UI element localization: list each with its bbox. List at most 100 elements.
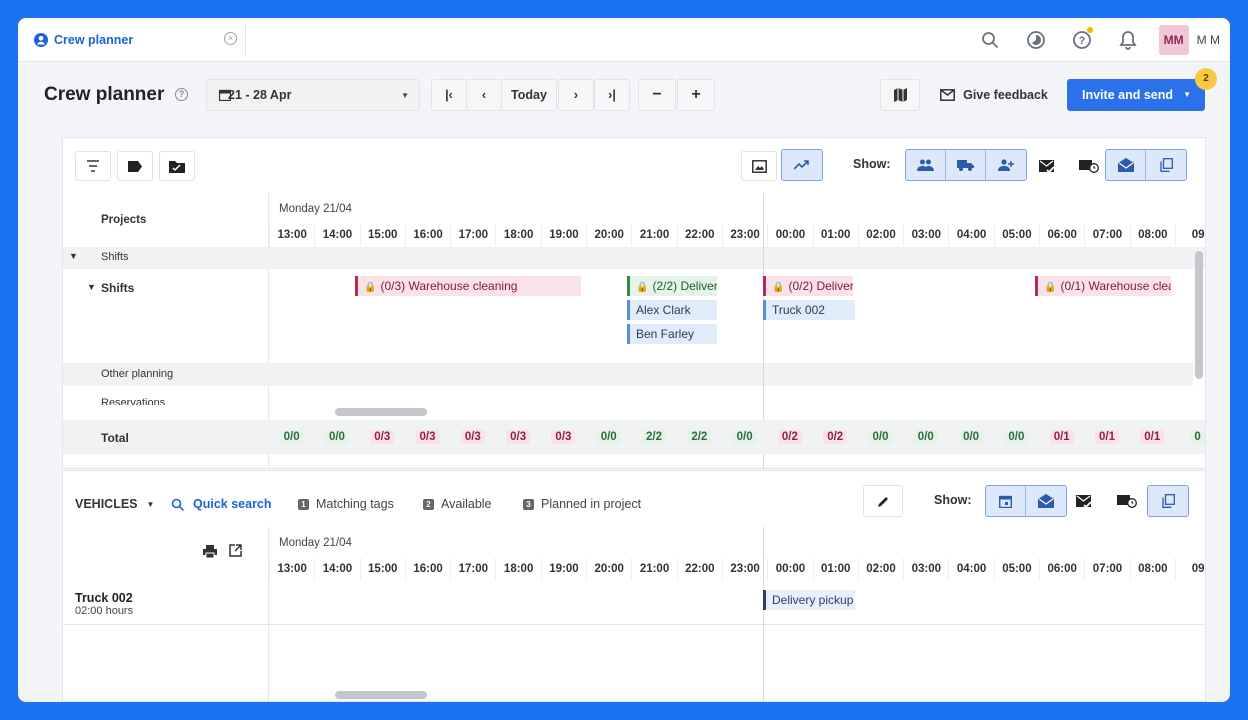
shift-bar-deliver-open[interactable]: 🔒 (0/2) Deliver (763, 276, 853, 296)
image-view-button[interactable] (741, 151, 777, 181)
folder-button[interactable] (159, 151, 195, 181)
hour-label: 00:00 (767, 558, 812, 580)
total-value: 0/0 (868, 430, 893, 444)
timer-icon[interactable] (1013, 18, 1059, 62)
zoom-in-button[interactable]: + (677, 79, 715, 111)
chevron-down-icon: ▼ (146, 499, 155, 509)
user-add-toggle[interactable] (986, 150, 1026, 180)
give-feedback-label: Give feedback (963, 88, 1048, 102)
calendar-toggle[interactable] (986, 486, 1026, 516)
tab-crew-planner[interactable]: Crew planner × (24, 24, 246, 56)
hour-label: 03:00 (903, 224, 948, 246)
vehicle-name[interactable]: Truck 002 (75, 591, 133, 605)
open-mail-toggle[interactable] (1106, 150, 1146, 180)
trend-view-button[interactable] (781, 149, 823, 181)
hour-label: 06:00 (1039, 558, 1084, 580)
hour-label: 17:00 (450, 558, 495, 580)
invite-and-send-button[interactable]: Invite and send ▼ (1067, 79, 1205, 111)
total-value: 2/2 (687, 430, 712, 444)
total-value: 0/0 (279, 430, 304, 444)
day-label: Monday 21/04 (279, 537, 352, 549)
mail-clock-toggle[interactable] (1071, 151, 1107, 181)
total-cell: 0/1 (1039, 430, 1084, 444)
show-label: Show: (853, 157, 891, 171)
expand-chevron-icon[interactable]: ▼ (87, 282, 96, 292)
invite-label: Invite and send (1082, 88, 1173, 102)
avatar[interactable]: MM (1158, 25, 1189, 55)
vehicle-bar-delivery-pickup[interactable]: Delivery pickup (763, 590, 855, 610)
other-planning-row (63, 363, 1193, 386)
map-button[interactable] (880, 79, 920, 111)
print-icon[interactable] (203, 545, 217, 561)
close-tab-icon[interactable]: × (224, 32, 237, 45)
open-external-icon[interactable] (229, 544, 242, 560)
horizontal-scrollbar[interactable] (335, 691, 427, 699)
vehicles-grid: Monday 21/04 13:00 14:00 15:00 16:00 17:00 18… (63, 527, 1205, 701)
total-value: 0/3 (370, 430, 395, 444)
hour-label: 17:00 (450, 224, 495, 246)
tag-button[interactable] (117, 151, 153, 181)
user-name[interactable]: M M (1197, 33, 1220, 47)
bell-icon[interactable] (1105, 18, 1151, 62)
last-page-button[interactable]: ›| (594, 79, 630, 111)
total-value: 0/1 (1049, 430, 1074, 444)
chevron-down-icon[interactable]: ▼ (1183, 90, 1191, 99)
shift-bar-warehouse-cleaning-2[interactable]: 🔒 (0/1) Warehouse clea (1035, 276, 1171, 296)
projects-header: Projects (101, 214, 147, 226)
total-cell: 0/3 (405, 430, 450, 444)
vehicles-dropdown[interactable]: VEHICLES ▼ (75, 497, 154, 511)
previous-button[interactable]: ‹ (466, 79, 502, 111)
horizontal-scrollbar[interactable] (335, 408, 427, 416)
total-value: 2/2 (642, 430, 667, 444)
shift-bar-deliver-filled[interactable]: 🔒 (2/2) Deliver (627, 276, 717, 296)
total-cell: 2/2 (631, 430, 676, 444)
truck-icon (957, 160, 974, 171)
assignment-ben-farley[interactable]: Ben Farley (627, 324, 717, 344)
app-window: Crew planner × ? MM M M Crew planner ? 2… (18, 18, 1230, 702)
vertical-scrollbar[interactable] (1195, 251, 1203, 379)
zoom-out-button[interactable]: − (638, 79, 676, 111)
mail-clock-toggle[interactable] (1109, 486, 1145, 516)
lock-icon: 🔒 (636, 282, 649, 293)
shift-bar-warehouse-cleaning[interactable]: 🔒 (0/3) Warehouse cleaning (355, 276, 581, 296)
total-cell: 0/0 (948, 430, 993, 444)
hour-label: 05:00 (993, 558, 1039, 580)
top-icons: ? MM M M (967, 18, 1230, 62)
tab-title: Crew planner (54, 33, 134, 47)
today-button[interactable]: Today (501, 79, 557, 111)
total-value: 0/2 (823, 430, 848, 444)
help-circle-icon[interactable]: ? (175, 88, 188, 101)
people-toggle[interactable] (906, 150, 946, 180)
filter-button[interactable] (75, 151, 111, 181)
folder-icon (169, 160, 185, 173)
edit-button[interactable] (863, 485, 903, 517)
copy-icon (1161, 494, 1175, 508)
date-range-label: 21 - 28 Apr (228, 88, 292, 102)
mail-check-toggle[interactable] (1029, 151, 1065, 181)
filter-available[interactable]: 2 Available (423, 497, 492, 511)
map-icon (893, 88, 907, 102)
filter-matching-tags[interactable]: 1 Matching tags (298, 497, 394, 511)
copy-toggle[interactable] (1148, 486, 1188, 516)
date-range-picker[interactable]: 21 - 28 Apr ▼ (206, 79, 420, 111)
vehicles-toggle[interactable] (946, 150, 986, 180)
next-button[interactable]: › (558, 79, 594, 111)
help-icon[interactable]: ? (1059, 18, 1105, 62)
filter-planned-in-project[interactable]: 3 Planned in project (523, 497, 641, 511)
first-page-button[interactable]: |‹ (431, 79, 467, 111)
chevron-down-icon: ▼ (401, 91, 409, 100)
total-cell: 0/2 (767, 430, 812, 444)
lock-icon: 🔒 (772, 282, 785, 293)
hour-label: 23:00 (721, 224, 767, 246)
give-feedback-button[interactable]: Give feedback (931, 79, 1057, 111)
assignment-truck-002[interactable]: Truck 002 (763, 300, 855, 320)
total-cell: 0/3 (541, 430, 586, 444)
hour-label: 07:00 (1084, 558, 1129, 580)
quick-search-button[interactable]: Quick search (171, 497, 272, 511)
copy-toggle[interactable] (1146, 150, 1186, 180)
open-mail-toggle[interactable] (1026, 486, 1066, 516)
mail-check-toggle[interactable] (1066, 486, 1102, 516)
search-icon[interactable] (967, 18, 1013, 62)
assignment-alex-clark[interactable]: Alex Clark (627, 300, 717, 320)
collapse-chevron-icon[interactable]: ▼ (69, 251, 78, 261)
